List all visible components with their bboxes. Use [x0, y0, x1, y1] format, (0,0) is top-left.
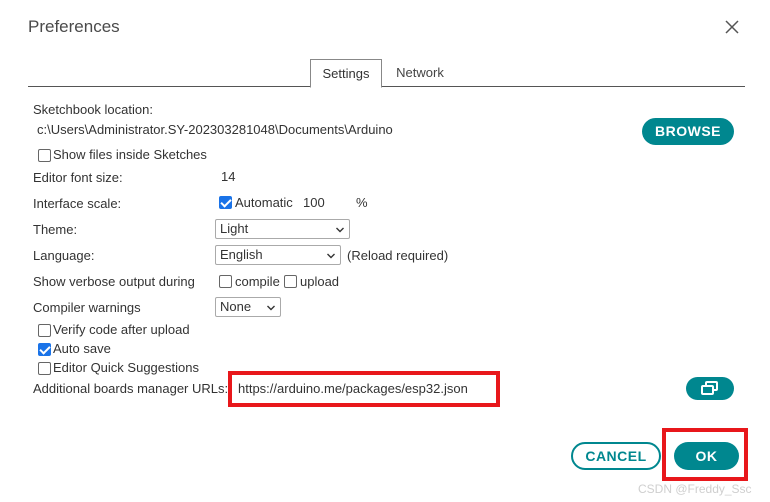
close-icon[interactable]	[722, 17, 742, 37]
highlight-box-ok	[662, 428, 748, 481]
quick-suggestions-checkbox[interactable]	[38, 362, 51, 375]
verbose-upload-label: upload	[300, 274, 340, 289]
verify-after-upload-checkbox[interactable]	[38, 324, 51, 337]
show-files-label: Show files inside Sketches	[53, 147, 207, 162]
verbose-compile-label: compile	[235, 274, 280, 289]
tab-network[interactable]: Network	[385, 59, 455, 87]
verbose-compile-checkbox[interactable]	[219, 275, 232, 288]
sketchbook-label: Sketchbook location:	[33, 102, 153, 117]
automatic-scale-checkbox[interactable]	[219, 196, 232, 209]
theme-label: Theme:	[33, 222, 78, 237]
tab-divider	[28, 86, 745, 87]
verify-after-upload-label: Verify code after upload	[53, 322, 190, 337]
interface-scale-unit: %	[356, 195, 368, 210]
compiler-warnings-select[interactable]: None	[215, 297, 281, 317]
quick-suggestions-label: Editor Quick Suggestions	[53, 360, 199, 375]
language-select[interactable]: English	[215, 245, 341, 265]
compiler-warnings-label: Compiler warnings	[33, 300, 141, 315]
highlight-box-urls	[228, 371, 500, 407]
interface-scale-input[interactable]: 100	[298, 191, 350, 213]
auto-save-checkbox[interactable]	[38, 343, 51, 356]
auto-save-label: Auto save	[53, 341, 111, 356]
language-select-value: English	[220, 247, 263, 262]
language-label: Language:	[33, 248, 95, 263]
verbose-label: Show verbose output during	[33, 274, 195, 289]
open-window-icon	[701, 381, 718, 395]
editor-font-label: Editor font size:	[33, 170, 123, 185]
boards-urls-label: Additional boards manager URLs:	[33, 381, 229, 396]
automatic-scale-label: Automatic	[235, 195, 293, 210]
cancel-button[interactable]: CANCEL	[571, 442, 661, 470]
tab-settings[interactable]: Settings	[310, 59, 382, 88]
edit-urls-button[interactable]	[686, 377, 734, 400]
compiler-warnings-value: None	[220, 299, 252, 314]
editor-font-input[interactable]: 14	[216, 165, 272, 187]
watermark: CSDN @Freddy_Ssc	[638, 482, 752, 496]
theme-select[interactable]: Light	[215, 219, 350, 239]
chevron-down-icon	[336, 227, 344, 233]
interface-scale-label: Interface scale:	[33, 196, 122, 211]
show-files-checkbox[interactable]	[38, 149, 51, 162]
verbose-upload-checkbox[interactable]	[284, 275, 297, 288]
chevron-down-icon	[327, 253, 335, 259]
browse-button[interactable]: BROWSE	[642, 118, 734, 145]
chevron-down-icon	[267, 305, 275, 311]
language-reload-note: (Reload required)	[347, 248, 449, 263]
theme-select-value: Light	[220, 221, 249, 236]
sketchbook-path-input[interactable]: c:\Users\Administrator.SY-202303281048\D…	[33, 119, 629, 141]
dialog-title: Preferences	[28, 17, 120, 36]
